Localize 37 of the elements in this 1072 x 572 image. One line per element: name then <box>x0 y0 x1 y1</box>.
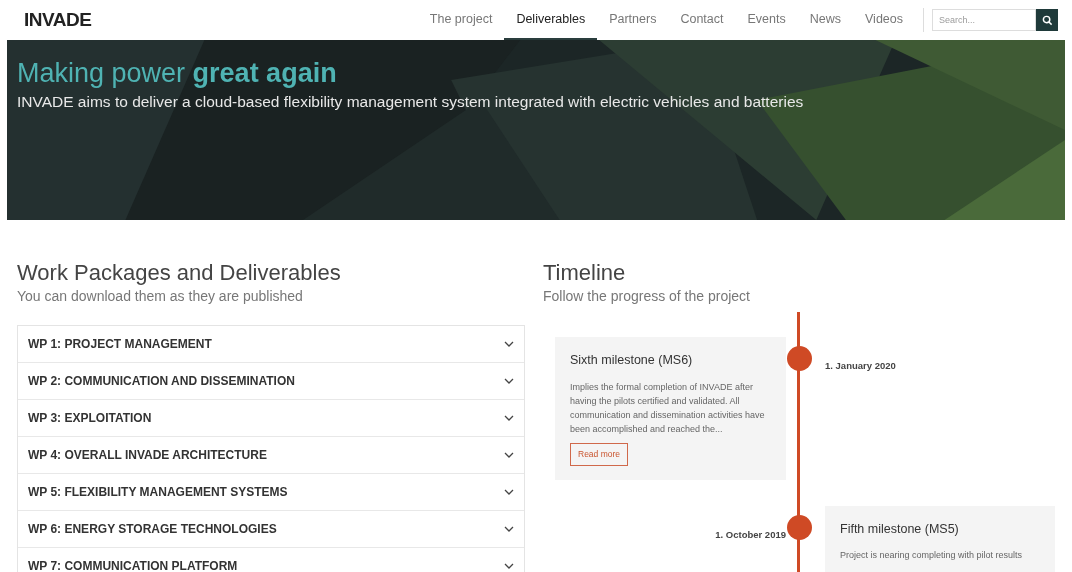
search-button[interactable] <box>1036 9 1058 31</box>
read-more-button[interactable]: Read more <box>570 442 629 466</box>
nav-link[interactable]: Partners <box>597 0 669 40</box>
section-subtitle: Follow the progress of the project <box>543 287 751 306</box>
accordion-label: WP 5: FLEXIBILITY MANAGEMENT SYSTEMS <box>28 484 288 501</box>
accordion-label: WP 1: PROJECT MANAGEMENT <box>28 336 212 353</box>
search-field[interactable]: Search... <box>932 9 1036 31</box>
chevron-icon <box>504 489 514 495</box>
hero-subtitle: INVADE aims to deliver a cloud-based flexibility management system integrated with electric vehicles and batteries <box>17 92 805 112</box>
milestone-text: Implies the formal completion of INVADE after having the pilots certified and validated. All communication and dissemination activities have been accomplished and reached the... <box>570 380 766 436</box>
nav-link[interactable]: News <box>797 0 853 40</box>
accordion-label: WP 7: COMMUNICATION PLATFORM <box>28 558 238 572</box>
accordion-label: WP 2: COMMUNICATION AND DISSEMINATION <box>28 373 295 390</box>
accordion-label: WP 4: OVERALL INVADE ARCHITECTURE <box>28 447 267 464</box>
milestone-text: Project is nearing completing with pilot results <box>840 549 1024 563</box>
section-title: Work Packages and Deliverables <box>17 260 342 286</box>
hero-title: Making power great again <box>17 58 338 88</box>
logo[interactable]: INVADE <box>24 5 92 35</box>
chevron-icon <box>504 378 514 384</box>
nav-link[interactable]: Videos <box>853 0 915 40</box>
nav-link[interactable]: Events <box>735 0 798 40</box>
nav-link[interactable]: Contact <box>668 0 736 40</box>
chevron-icon <box>504 341 514 347</box>
chevron-icon <box>504 526 514 532</box>
section-title: Timeline <box>543 260 627 286</box>
accordion-label: WP 6: ENERGY STORAGE TECHNOLOGIES <box>28 521 277 538</box>
milestone-date: 1. January 2020 <box>825 360 896 371</box>
nav-link[interactable]: The project <box>417 0 505 40</box>
chevron-icon <box>504 563 514 569</box>
chevron-icon <box>504 415 514 421</box>
accordion-label: WP 3: EXPLOITATION <box>28 410 152 427</box>
milestone-date: 1. October 2019 <box>715 528 786 540</box>
section-subtitle: You can download them as they are published <box>17 287 304 306</box>
chevron-icon <box>504 452 514 458</box>
milestone-title: Fifth milestone (MS5) <box>840 520 960 538</box>
search-icon <box>1041 14 1053 26</box>
milestone-title: Sixth milestone (MS6) <box>570 352 694 369</box>
